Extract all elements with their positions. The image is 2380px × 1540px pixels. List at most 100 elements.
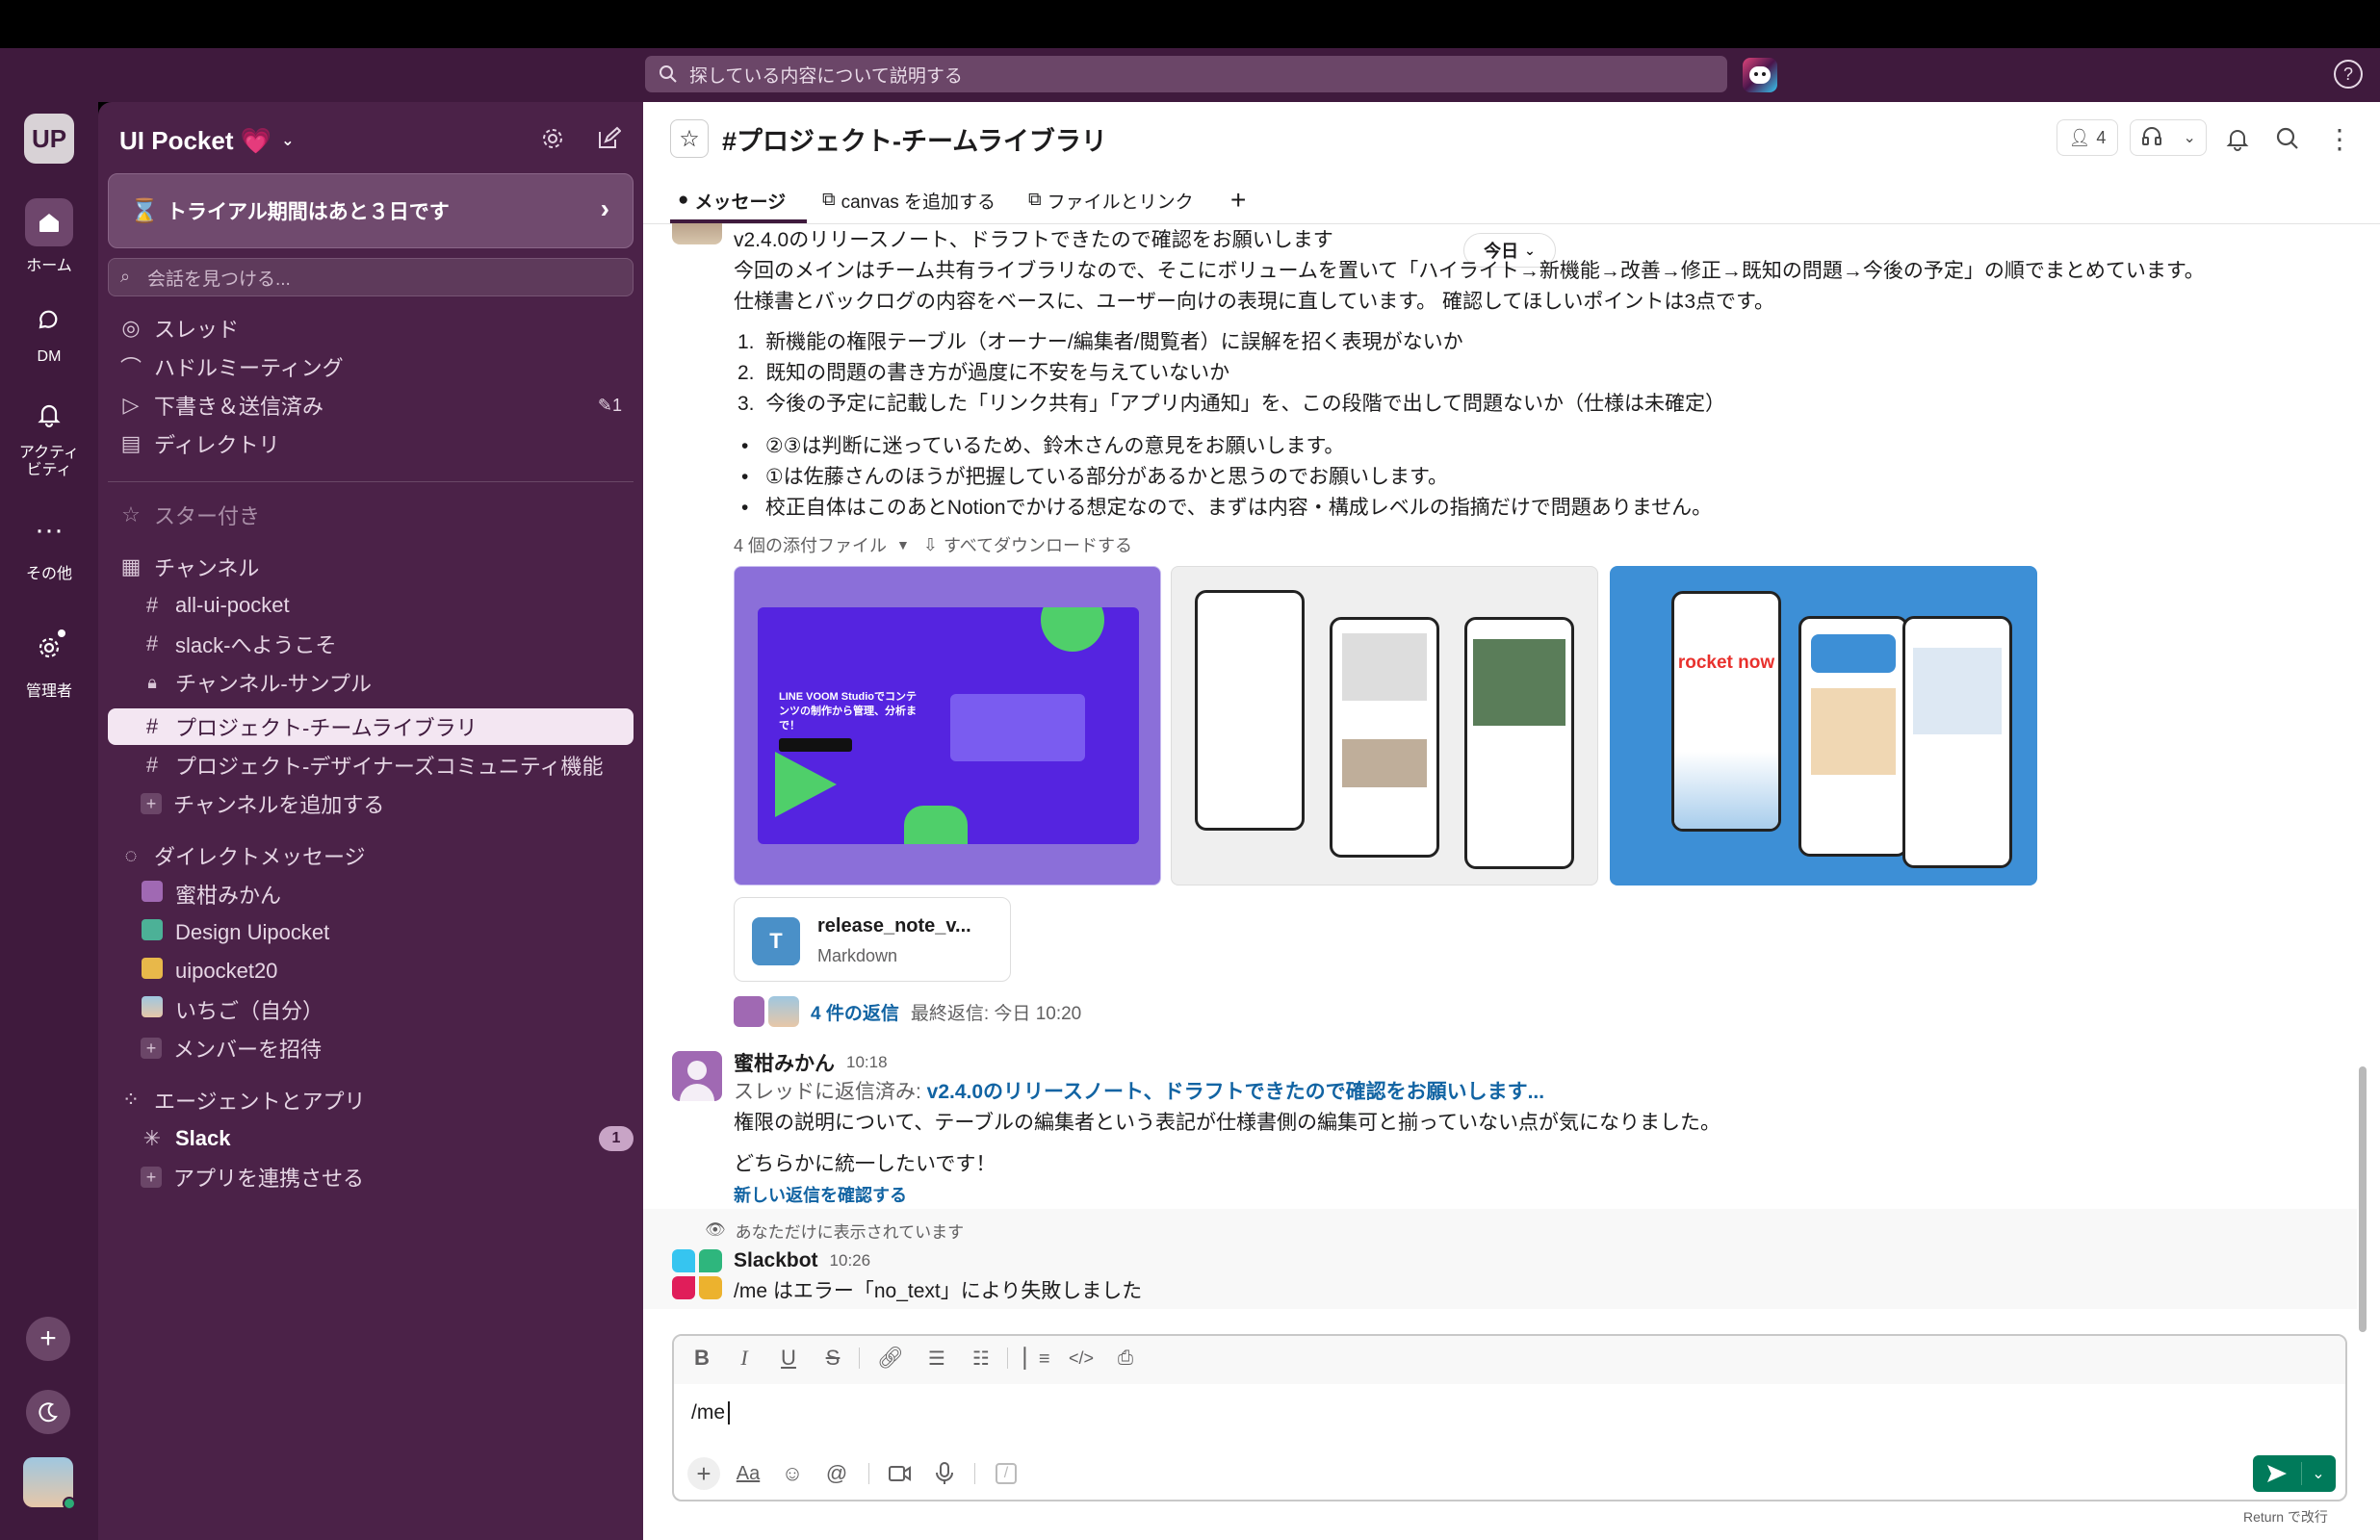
huddle-button[interactable]: ⌄ [2130, 119, 2207, 156]
dm-item[interactable]: 蜜柑みかん [141, 876, 281, 912]
members-button[interactable]: 👤︎ 4 [2057, 119, 2118, 156]
dm-item[interactable]: いちご（自分） [141, 991, 323, 1028]
notification-bell-icon[interactable] [2218, 119, 2257, 158]
invite-member-button[interactable]: + メンバーを招待 [141, 1030, 322, 1066]
connect-app-label: アプリを連携させる [173, 1167, 365, 1191]
strikethrough-icon[interactable]: S [816, 1342, 849, 1374]
settings-icon[interactable] [535, 121, 570, 156]
help-icon[interactable]: ? [2334, 60, 2363, 89]
hourglass-icon: ⌛ [130, 198, 159, 224]
dm-icon [25, 295, 73, 343]
video-clip-icon[interactable] [884, 1457, 917, 1490]
channel-item[interactable]: # slack-へようこそ [141, 626, 337, 662]
underline-icon[interactable]: U [772, 1342, 805, 1374]
section-starred[interactable]: ☆ スター付き [119, 497, 260, 533]
workspace-name-label: UI Pocket 💗 [119, 125, 272, 155]
image-attachment[interactable]: rocket now [1610, 566, 2037, 886]
sidebar-item-drafts[interactable]: ▷ 下書き＆送信済み ✎1 [119, 387, 622, 424]
star-icon: ☆ [121, 502, 141, 526]
ordered-list-icon[interactable]: ☰ [920, 1342, 953, 1374]
tab-files[interactable]: ⧉ ファイルとリンク [1028, 181, 1194, 219]
timestamp[interactable]: 10:18 [846, 1053, 888, 1072]
member-count: 4 [2096, 127, 2107, 147]
ai-assistant-icon[interactable] [1743, 58, 1777, 92]
caret-down-icon[interactable]: ▼ [896, 537, 910, 552]
attachment-count[interactable]: 4 個の添付ファイル [734, 532, 887, 557]
dm-label: 蜜柑みかん [175, 884, 282, 908]
workspace-name[interactable]: UI Pocket 💗 ⌄ [119, 121, 295, 160]
emoji-icon[interactable]: ☺ [776, 1457, 809, 1490]
dark-mode-icon[interactable] [26, 1390, 70, 1434]
author-name[interactable]: 蜜柑みかん [734, 1048, 835, 1077]
bulleted-list-icon[interactable]: ☷ [965, 1342, 997, 1374]
channel-item[interactable]: 🔒︎ チャンネル-サンプル [141, 664, 372, 701]
link-icon[interactable]: 🔗︎ [874, 1342, 907, 1374]
channel-title[interactable]: #プロジェクト-チームライブラリ [722, 117, 1107, 160]
workspace-rail: UP ホーム DM アクティ ビティ ··· その他 管理者 + [0, 102, 98, 1540]
replies-link[interactable]: 4 件の返信 [811, 999, 899, 1025]
find-conversation-input[interactable]: ⌕ 会話を見つける... [108, 258, 634, 296]
rail-dm[interactable]: DM [0, 295, 98, 366]
channel-item-active[interactable]: # プロジェクト-チームライブラリ [108, 708, 634, 745]
rail-more[interactable]: ··· その他 [0, 506, 98, 583]
chevron-down-icon[interactable]: ⌄ [2302, 1464, 2335, 1483]
star-channel-icon[interactable]: ☆ [670, 119, 709, 158]
sidebar-item-directory[interactable]: ▤ ディレクトリ [119, 425, 280, 462]
text-format-icon[interactable]: Aa [732, 1457, 764, 1490]
italic-icon[interactable]: I [728, 1342, 761, 1374]
search-icon[interactable] [2268, 119, 2307, 158]
code-icon[interactable]: </> [1065, 1342, 1098, 1374]
thread-replies-summary[interactable]: 4 件の返信 最終返信: 今日 10:20 [734, 995, 1081, 1028]
see-new-replies-link[interactable]: 新しい返信を確認する [734, 1182, 907, 1207]
apps-icon: ⁘ [121, 1088, 141, 1112]
channel-item[interactable]: # all-ui-pocket [141, 587, 290, 624]
section-label: ダイレクトメッセージ [154, 845, 366, 869]
file-type: Markdown [817, 946, 898, 965]
blockquote-icon[interactable]: ▏≡ [1021, 1342, 1053, 1374]
section-channels[interactable]: ▦ チャンネル [119, 549, 260, 585]
timestamp[interactable]: 10:26 [830, 1251, 871, 1270]
rail-admin[interactable]: 管理者 [0, 624, 98, 701]
author-name[interactable]: Slackbot [734, 1249, 818, 1272]
send-button[interactable]: ⌄ [2253, 1455, 2336, 1492]
file-attachment-card[interactable]: T release_note_v... Markdown [734, 897, 1011, 982]
image-attachment[interactable]: LINE VOOM Studioでコンテンツの制作から管理、分析まで！ [734, 566, 1161, 886]
workspace-avatar[interactable]: UP [24, 114, 74, 164]
scrollbar-thumb[interactable] [2359, 1066, 2367, 1332]
code-block-icon[interactable]: ⎙ [1109, 1342, 1142, 1374]
dm-item[interactable]: Design Uipocket [141, 914, 329, 951]
slackbot-avatar[interactable] [672, 1249, 722, 1299]
section-dms[interactable]: ◌ ダイレクトメッセージ [119, 837, 366, 874]
tab-messages[interactable]: ● メッセージ [678, 181, 786, 219]
bold-icon[interactable]: B [686, 1342, 718, 1374]
mention-icon[interactable]: @ [820, 1457, 853, 1490]
kebab-menu-icon[interactable]: ⋮ [2320, 119, 2359, 158]
sidebar-item-huddles[interactable]: ⌒ ハドルミーティング [119, 348, 344, 385]
download-all-link[interactable]: すべてダウンロードする [944, 532, 1132, 557]
attach-plus-icon[interactable]: + [687, 1457, 720, 1490]
app-item-slack[interactable]: ✳ Slack 1 [141, 1120, 634, 1157]
add-tab-icon[interactable]: + [1230, 181, 1246, 219]
rail-activity[interactable]: アクティ ビティ [0, 391, 98, 479]
add-workspace-button[interactable]: + [26, 1317, 70, 1361]
trial-banner[interactable]: ⌛ トライアル期間はあと３日です › [108, 173, 634, 248]
channel-label: slack-へようこそ [175, 633, 337, 657]
thread-link[interactable]: v2.4.0のリリースノート、ドラフトできたので確認をお願いします... [927, 1081, 1544, 1103]
image-attachment[interactable] [1171, 566, 1598, 886]
microphone-icon[interactable] [928, 1457, 961, 1490]
sidebar-item-threads[interactable]: ◎ スレッド [119, 310, 239, 346]
add-channel-button[interactable]: + チャンネルを追加する [141, 785, 384, 822]
user-avatar[interactable] [23, 1457, 76, 1510]
channel-item[interactable]: # プロジェクト-デザイナーズコミュニティ機能 [141, 747, 604, 783]
section-apps[interactable]: ⁘ エージェントとアプリ [119, 1082, 366, 1118]
message-input[interactable]: /me [691, 1401, 731, 1424]
rail-home[interactable]: ホーム [0, 198, 98, 275]
connect-app-button[interactable]: + アプリを連携させる [141, 1159, 364, 1195]
tab-canvas[interactable]: ⧉ canvas を追加する [822, 181, 996, 219]
search-bar[interactable]: 探している内容について説明する [645, 56, 1727, 92]
compose-icon[interactable] [591, 121, 626, 156]
avatar[interactable] [672, 1051, 722, 1101]
dm-item[interactable]: uipocket20 [141, 953, 277, 989]
slash-command-icon[interactable]: / [990, 1457, 1022, 1490]
thread-reply-reference: スレッドに返信済み: v2.4.0のリリースノート、ドラフトできたので確認をお願… [734, 1077, 1544, 1108]
